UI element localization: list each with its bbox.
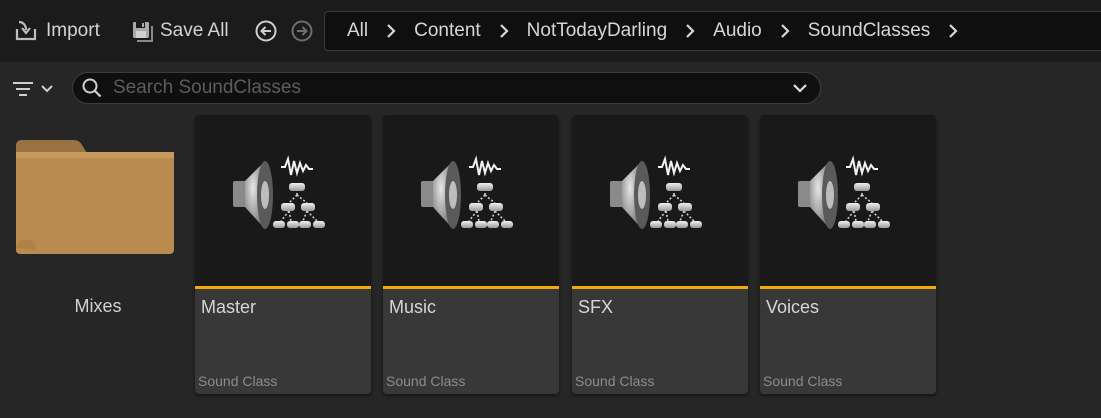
asset-tile-voices[interactable]: Voices Sound Class xyxy=(760,115,936,394)
asset-type-color-bar xyxy=(760,286,936,289)
search-box xyxy=(72,72,821,104)
asset-type-color-bar xyxy=(572,286,748,289)
breadcrumb-item-soundclasses[interactable]: SoundClasses xyxy=(808,20,931,42)
back-button[interactable] xyxy=(255,20,277,42)
search-options-dropdown[interactable] xyxy=(792,83,808,93)
chevron-right-icon[interactable] xyxy=(386,23,396,39)
sound-class-icon xyxy=(420,158,514,230)
asset-thumbnail xyxy=(383,115,559,286)
filter-button[interactable] xyxy=(12,76,60,102)
chevron-down-icon xyxy=(41,85,53,93)
chevron-right-icon[interactable] xyxy=(499,23,509,39)
import-label: Import xyxy=(46,20,100,41)
breadcrumb-item-nottodaydarling[interactable]: NotTodayDarling xyxy=(527,20,667,42)
search-input[interactable] xyxy=(113,74,792,102)
chevron-right-icon[interactable] xyxy=(685,23,695,39)
chevron-right-icon[interactable] xyxy=(948,23,958,39)
asset-type-color-bar xyxy=(383,286,559,289)
asset-tile-music[interactable]: Music Sound Class xyxy=(383,115,559,394)
sound-class-icon xyxy=(797,158,891,230)
sound-class-icon xyxy=(232,158,326,230)
asset-name: Master xyxy=(201,297,257,317)
asset-tile-master[interactable]: Master Sound Class xyxy=(195,115,371,394)
asset-type-label: Sound Class xyxy=(575,373,655,389)
folder-label: Mixes xyxy=(74,296,122,316)
breadcrumb-item-all[interactable]: All xyxy=(347,20,368,42)
asset-type-label: Sound Class xyxy=(386,373,466,389)
asset-name: Voices xyxy=(766,297,820,317)
asset-tile-sfx[interactable]: SFX Sound Class xyxy=(572,115,748,394)
asset-thumbnail xyxy=(760,115,936,286)
save-icon xyxy=(130,19,154,43)
chevron-right-icon[interactable] xyxy=(780,23,790,39)
folder-tile-mixes[interactable]: Mixes xyxy=(10,116,186,394)
import-icon xyxy=(14,19,40,43)
back-arrow-icon xyxy=(255,20,277,42)
save-all-label: Save All xyxy=(160,20,229,41)
content-browser-toolbar: Import Save All All Content NotTodayDarl… xyxy=(0,0,1101,62)
breadcrumb-item-audio[interactable]: Audio xyxy=(713,20,762,42)
import-button[interactable]: Import xyxy=(14,16,100,46)
asset-thumbnail xyxy=(195,115,371,286)
save-all-button[interactable]: Save All xyxy=(130,16,229,46)
search-icon xyxy=(81,77,103,99)
chevron-down-icon xyxy=(793,84,807,93)
sound-class-icon xyxy=(609,158,703,230)
asset-type-color-bar xyxy=(195,286,371,289)
asset-thumbnail xyxy=(572,115,748,286)
asset-name: Music xyxy=(389,297,437,317)
breadcrumb-item-content[interactable]: Content xyxy=(414,20,481,42)
asset-type-label: Sound Class xyxy=(198,373,278,389)
forward-arrow-icon xyxy=(291,20,313,42)
breadcrumb: All Content NotTodayDarling Audio SoundC… xyxy=(324,11,1101,51)
asset-type-label: Sound Class xyxy=(763,373,843,389)
filter-icon xyxy=(13,82,33,96)
asset-name: SFX xyxy=(578,297,614,317)
folder-icon xyxy=(16,140,174,254)
forward-button[interactable] xyxy=(291,20,313,42)
